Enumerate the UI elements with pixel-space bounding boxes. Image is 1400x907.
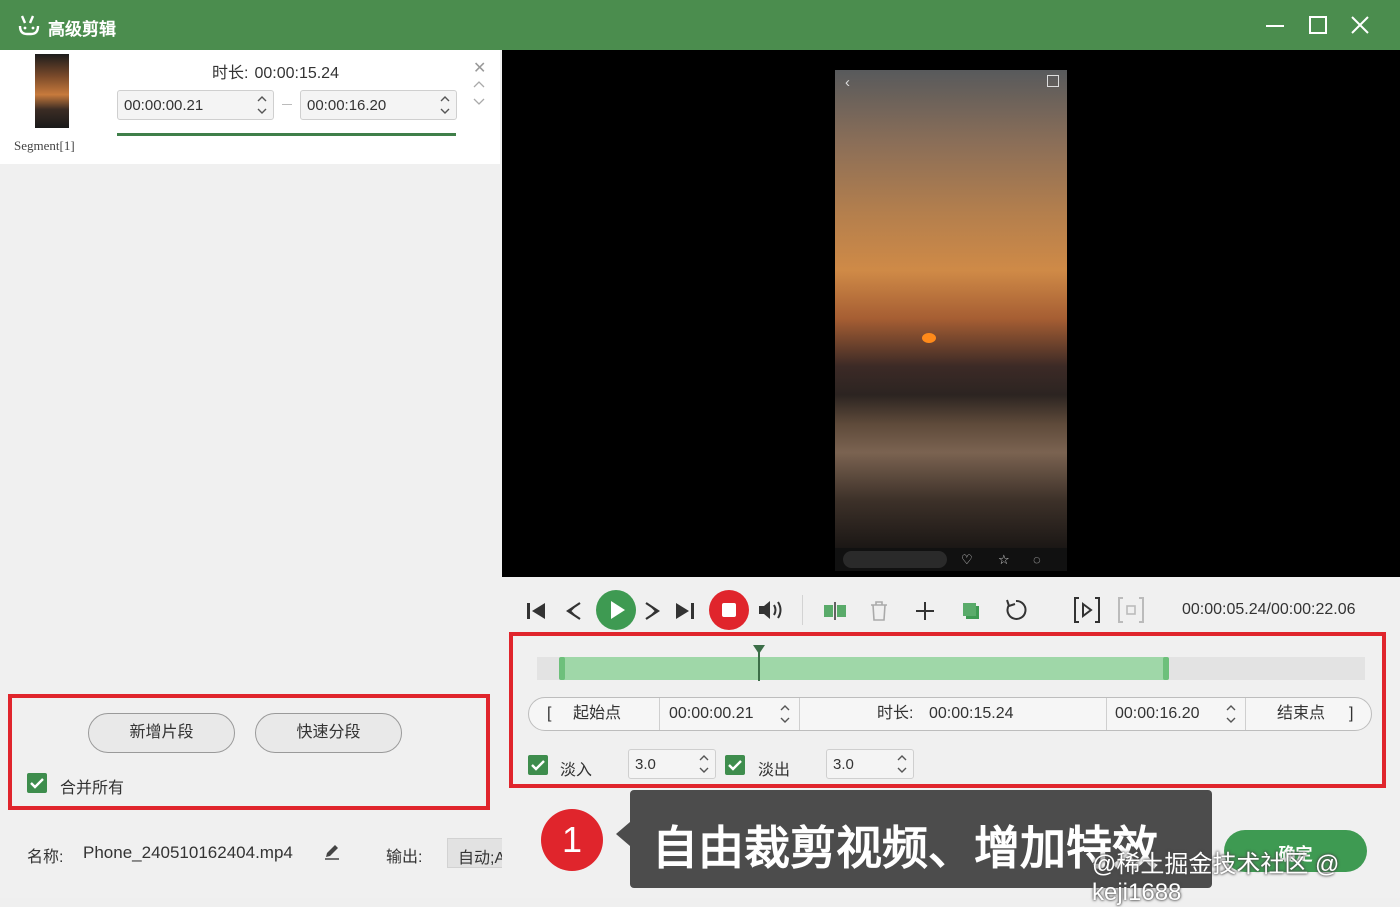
edit-name-icon[interactable]	[322, 841, 342, 861]
minimize-button[interactable]	[1262, 12, 1288, 38]
callout-text: 自由裁剪视频、增加特效	[652, 822, 1158, 874]
checkmark-icon	[30, 778, 44, 789]
start-bracket-icon: [	[547, 705, 552, 722]
mark-out-icon[interactable]	[1116, 595, 1146, 625]
fade-out-field[interactable]: 3.0	[826, 749, 914, 779]
playback-time: 00:00:05.24/00:00:22.06	[1182, 601, 1356, 618]
stepper-arrows-icon[interactable]	[1224, 701, 1238, 727]
timeline-start-handle[interactable]	[559, 657, 565, 680]
segment-duration: 时长: 00:00:15.24	[212, 59, 339, 83]
skip-start-icon[interactable]	[524, 599, 548, 623]
trim-divider	[1245, 698, 1246, 730]
stepper-arrows-icon[interactable]	[895, 751, 909, 777]
set-end-button[interactable]: 结束点	[1277, 698, 1325, 730]
maximize-icon	[1309, 16, 1327, 34]
segment-duration-value: 00:00:15.24	[254, 65, 339, 82]
fade-out-checkbox[interactable]	[725, 755, 745, 775]
segment-panel: Segment[1] 时长: 00:00:15.24 00:00:00.21 00…	[0, 50, 502, 898]
output-label: 输出:	[386, 849, 423, 866]
segment-progress-bar	[117, 133, 456, 136]
quick-split-button[interactable]: 快速分段	[255, 713, 402, 753]
skip-end-icon[interactable]	[673, 599, 697, 623]
merge-all-label: 合并所有	[60, 780, 125, 797]
trim-duration-value: 00:00:15.24	[929, 705, 1014, 722]
toolbar-divider	[802, 595, 803, 625]
step-back-icon[interactable]	[562, 599, 586, 623]
step-forward-icon[interactable]	[640, 599, 664, 623]
delete-icon[interactable]	[868, 599, 890, 623]
trim-start-value[interactable]: 00:00:00.21	[669, 698, 754, 730]
stepper-arrows-icon[interactable]	[255, 92, 269, 118]
trim-divider	[1106, 698, 1107, 730]
callout-number-badge: 1	[541, 809, 603, 871]
minimize-icon	[1266, 25, 1284, 27]
trim-duration-label: 时长:	[877, 705, 914, 722]
app-logo-icon	[18, 15, 40, 36]
range-separator	[282, 104, 292, 105]
segment-start-field[interactable]: 00:00:00.21	[117, 90, 274, 120]
stepper-arrows-icon[interactable]	[438, 92, 452, 118]
video-frame: ‹	[835, 70, 1067, 548]
fade-out-value: 3.0	[833, 756, 854, 773]
sun-shape	[922, 333, 936, 343]
merge-all-checkbox[interactable]	[27, 773, 47, 793]
checkmark-icon	[531, 760, 545, 771]
play-icon	[611, 601, 625, 619]
reset-icon[interactable]	[1003, 597, 1029, 623]
file-name-value: Phone_240510162404.mp4	[83, 843, 293, 862]
split-icon[interactable]	[822, 599, 848, 623]
comment-icon: ◌	[1033, 552, 1041, 567]
fade-out-label: 淡出	[758, 762, 791, 779]
checkmark-icon	[728, 760, 742, 771]
segment-end-value: 00:00:16.20	[307, 97, 387, 114]
close-button[interactable]	[1347, 12, 1373, 38]
timeline-selection[interactable]	[562, 657, 1166, 680]
close-icon	[1351, 16, 1369, 34]
file-name-label: 名称:	[27, 849, 64, 866]
end-bracket-icon: ]	[1349, 705, 1354, 722]
segment-thumbnail[interactable]	[35, 54, 69, 128]
add-icon[interactable]	[913, 599, 937, 623]
fade-in-checkbox[interactable]	[528, 755, 548, 775]
copy-icon[interactable]	[959, 599, 983, 623]
video-frame-bar: ♡ ☆ ◌	[835, 548, 1067, 571]
segment-start-value: 00:00:00.21	[124, 97, 204, 114]
segment-close-icon[interactable]: ✕	[473, 58, 486, 78]
trim-divider	[659, 698, 660, 730]
timeline-track[interactable]	[537, 645, 1365, 681]
playhead-marker-icon[interactable]	[753, 645, 765, 654]
segment-reorder-icon[interactable]	[471, 78, 487, 108]
fade-in-value: 3.0	[635, 756, 656, 773]
video-preview[interactable]: ‹ ♡ ☆ ◌	[502, 50, 1400, 577]
title-bar: 高级剪辑	[0, 0, 1400, 50]
fade-in-label: 淡入	[560, 762, 593, 779]
share-icon	[1047, 75, 1059, 87]
stop-button[interactable]	[709, 590, 749, 630]
comment-pill	[843, 551, 947, 568]
stepper-arrows-icon[interactable]	[778, 701, 792, 727]
fade-in-field[interactable]: 3.0	[628, 749, 716, 779]
segment-duration-label: 时长:	[212, 65, 249, 82]
back-icon: ‹	[845, 74, 850, 91]
trim-divider	[799, 698, 800, 730]
stop-icon	[722, 603, 736, 617]
set-start-button[interactable]: 起始点	[573, 698, 621, 730]
stepper-arrows-icon[interactable]	[697, 751, 711, 777]
mark-in-icon[interactable]	[1072, 595, 1102, 625]
trim-end-value[interactable]: 00:00:16.20	[1115, 698, 1200, 730]
segment-label: Segment[1]	[14, 138, 75, 153]
segment-end-field[interactable]: 00:00:16.20	[300, 90, 457, 120]
callout-number: 1	[561, 819, 583, 860]
play-button[interactable]	[596, 590, 636, 630]
star-icon: ☆	[998, 552, 1010, 567]
app-title: 高级剪辑	[48, 20, 116, 39]
heart-icon: ♡	[961, 552, 973, 567]
segment-card[interactable]: Segment[1] 时长: 00:00:15.24 00:00:00.21 00…	[0, 50, 500, 164]
add-segment-button[interactable]: 新增片段	[88, 713, 235, 753]
trim-controls: [ 起始点 00:00:00.21 时长: 00:00:15.24 00:00:…	[528, 697, 1372, 731]
timeline-end-handle[interactable]	[1163, 657, 1169, 680]
maximize-button[interactable]	[1305, 12, 1331, 38]
volume-icon[interactable]	[756, 597, 786, 623]
